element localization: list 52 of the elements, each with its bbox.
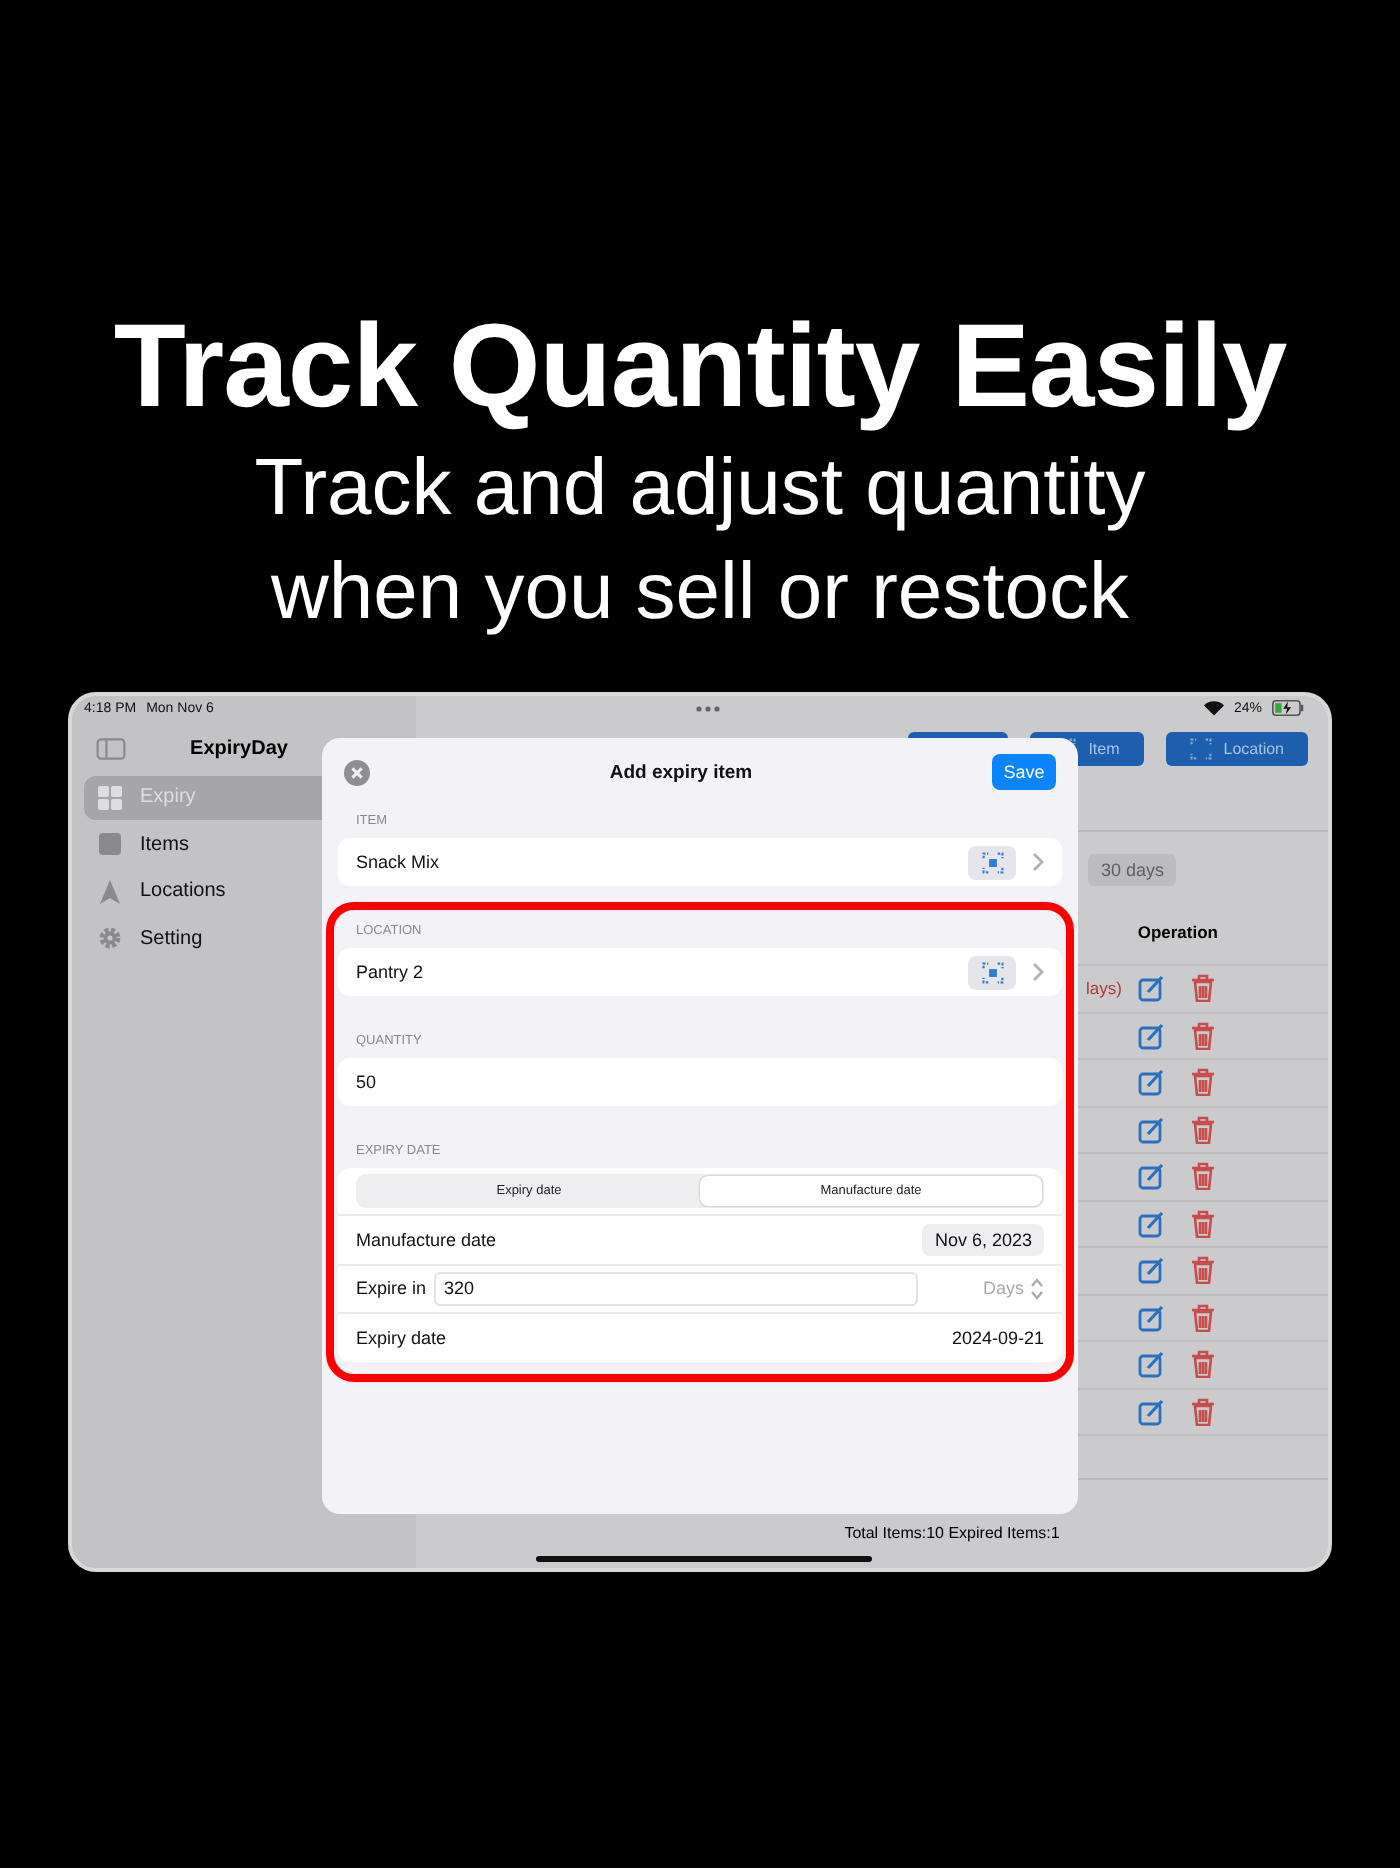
- app-title: ExpiryDay: [188, 737, 290, 759]
- battery-icon: [1272, 700, 1305, 716]
- scan-button[interactable]: [968, 845, 1016, 879]
- trash-icon: [1190, 1068, 1216, 1097]
- trash-icon: [1190, 1115, 1216, 1144]
- edit-icon: [1138, 1209, 1164, 1238]
- trash-icon: [1190, 1256, 1216, 1285]
- navigation-arrow-icon: [98, 879, 122, 904]
- scan-button[interactable]: [968, 955, 1016, 989]
- field-label: Manufacture date: [356, 1229, 497, 1250]
- updown-icon: [1030, 1277, 1044, 1300]
- trash-icon: [1190, 1162, 1216, 1191]
- multitask-icon[interactable]: [696, 705, 721, 711]
- edit-icon: [1138, 1021, 1164, 1050]
- subheadline: Track and adjust quantity when you sell or restock: [252, 442, 1148, 640]
- square-icon: [98, 832, 122, 857]
- save-button[interactable]: Save: [992, 754, 1056, 790]
- days-field[interactable]: 320: [434, 1271, 919, 1306]
- field-label: Expiry date: [356, 1327, 447, 1348]
- edit-icon: [1138, 1397, 1164, 1426]
- headline: Track Quantity Easily: [113, 298, 1287, 436]
- edit-icon: [1138, 1303, 1164, 1332]
- field-label: Expire in: [356, 1278, 427, 1299]
- wifi-icon: [1204, 700, 1224, 716]
- settings-icon: [98, 926, 122, 951]
- edit-icon: [1138, 1115, 1164, 1144]
- toolbar-button[interactable]: Location: [1165, 732, 1308, 766]
- quantity-field[interactable]: 50: [338, 1058, 1062, 1106]
- date-picker[interactable]: Nov 6, 2023: [922, 1223, 1044, 1256]
- edit-icon: [1138, 1068, 1164, 1097]
- summary-text: Total Items:10 Expired Items:1: [844, 1524, 1060, 1546]
- expiry-value: 2024-09-21: [951, 1327, 1044, 1348]
- chevron-icon: [1032, 852, 1044, 872]
- status-text: lays): [1086, 978, 1122, 999]
- close-icon[interactable]: [344, 759, 370, 785]
- trash-icon: [1190, 1303, 1216, 1332]
- modal-title: Add expiry item: [607, 761, 755, 783]
- sidebar-toggle-icon[interactable]: [96, 737, 126, 759]
- trash-icon: [1190, 1397, 1216, 1426]
- edit-icon: [1138, 974, 1164, 1003]
- trash-icon: [1190, 974, 1216, 1003]
- edit-icon: [1138, 1256, 1164, 1285]
- trash-icon: [1190, 1209, 1216, 1238]
- edit-icon: [1138, 1350, 1164, 1379]
- chevron-icon: [1032, 962, 1044, 982]
- trash-icon: [1190, 1021, 1216, 1050]
- grid-icon: [98, 785, 122, 810]
- item-picker[interactable]: Snack Mix: [338, 838, 1062, 886]
- location-picker[interactable]: Pantry 2: [338, 948, 1062, 996]
- trash-icon: [1190, 1350, 1216, 1379]
- column-header: Operation: [1137, 922, 1218, 946]
- edit-icon: [1138, 1162, 1164, 1191]
